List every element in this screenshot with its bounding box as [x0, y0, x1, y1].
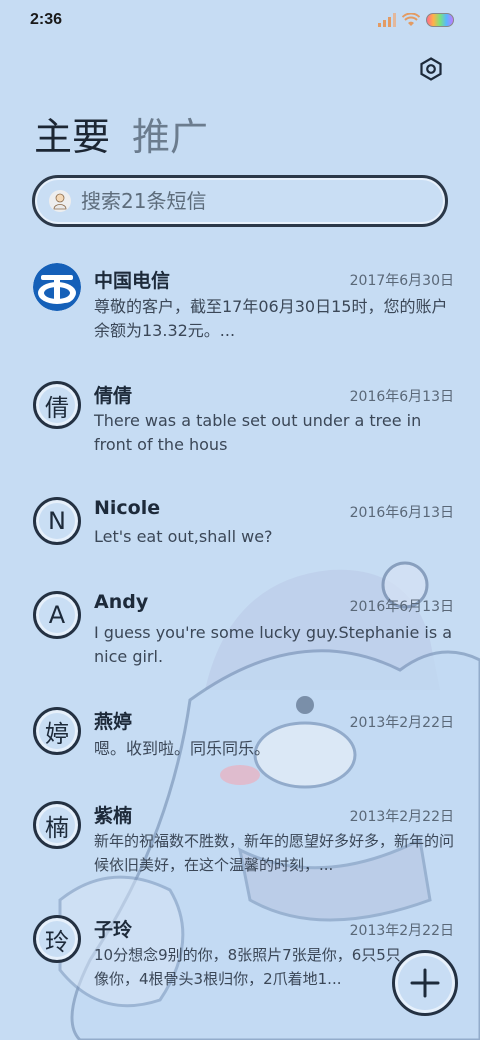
- message-date: 2013年2月22日: [349, 923, 454, 939]
- status-icons: [378, 13, 454, 27]
- message-date: 2013年2月22日: [349, 715, 454, 731]
- message-preview: Let's eat out,shall we?: [94, 527, 273, 546]
- contact-name: 中国电信: [94, 270, 171, 292]
- conversation-row[interactable]: 楠 紫楠 2013年2月22日 新年的祝福数不胜数，新年的愿望好多好多，新年的问…: [0, 798, 480, 898]
- contact-name: Nicole: [94, 497, 161, 519]
- tab-promotions[interactable]: 推广: [132, 106, 208, 161]
- contact-name: 燕婷: [94, 711, 133, 733]
- status-bar: 2:36: [0, 0, 480, 40]
- tab-bar: 主要 推广: [34, 106, 208, 161]
- conversation-row[interactable]: 婷 燕婷 2013年2月22日 嗯。收到啦。同乐同乐。: [0, 704, 480, 784]
- signal-icon: [378, 13, 396, 27]
- contact-name: 紫楠: [94, 805, 133, 827]
- message-date: 2016年6月13日: [349, 599, 454, 615]
- message-preview: There was a table set out under a tree i…: [94, 411, 422, 454]
- conversation-row[interactable]: 中国电信 2017年6月30日 尊敬的客户，截至17年06月30日15时，您的账…: [0, 260, 480, 370]
- conversation-row[interactable]: 倩 倩倩 2016年6月13日 There was a table set ou…: [0, 378, 480, 478]
- contact-name: 子玲: [94, 919, 133, 941]
- settings-button[interactable]: [418, 56, 444, 82]
- message-date: 2016年6月13日: [349, 389, 454, 405]
- conversation-row[interactable]: A Andy 2016年6月13日 I guess you're some lu…: [0, 588, 480, 688]
- contact-avatar: 倩: [33, 381, 81, 429]
- contact-name: 倩倩: [94, 385, 133, 407]
- search-input[interactable]: [81, 189, 421, 213]
- message-date: 2013年2月22日: [349, 809, 454, 825]
- contact-name: Andy: [94, 591, 149, 613]
- message-preview: 10分想念9别的你，8张照片7张是你，6只5只像你，4根骨头3根归你，2爪着地1…: [94, 946, 401, 988]
- tab-primary[interactable]: 主要: [34, 106, 110, 161]
- status-time: 2:36: [30, 11, 63, 28]
- contact-avatar: 楠: [33, 801, 81, 849]
- search-bar[interactable]: [32, 175, 448, 227]
- wifi-icon: [402, 13, 420, 26]
- contact-avatar: A: [33, 591, 81, 639]
- message-preview: 新年的祝福数不胜数，新年的愿望好多好多，新年的问候依旧美好，在这个温馨的时刻，.…: [94, 832, 455, 874]
- message-preview: I guess you're some lucky guy.Stephanie …: [94, 623, 453, 666]
- plus-icon: [410, 968, 440, 998]
- message-date: 2016年6月13日: [349, 505, 454, 521]
- contact-avatar: 婷: [33, 707, 81, 755]
- settings-hex-icon: [420, 57, 442, 81]
- message-preview: 尊敬的客户，截至17年06月30日15时，您的账户余额为13.32元。...: [94, 297, 448, 340]
- message-date: 2017年6月30日: [349, 273, 454, 289]
- battery-icon: [426, 13, 454, 27]
- china-telecom-logo-icon: [33, 263, 81, 311]
- message-preview: 嗯。收到啦。同乐同乐。: [94, 739, 271, 758]
- contact-avatar: 玲: [33, 915, 81, 963]
- conversation-row[interactable]: N Nicole 2016年6月13日 Let's eat out,shall …: [0, 494, 480, 574]
- compose-button[interactable]: [392, 950, 458, 1016]
- contact-avatar: N: [33, 497, 81, 545]
- search-avatar-icon: [49, 190, 71, 212]
